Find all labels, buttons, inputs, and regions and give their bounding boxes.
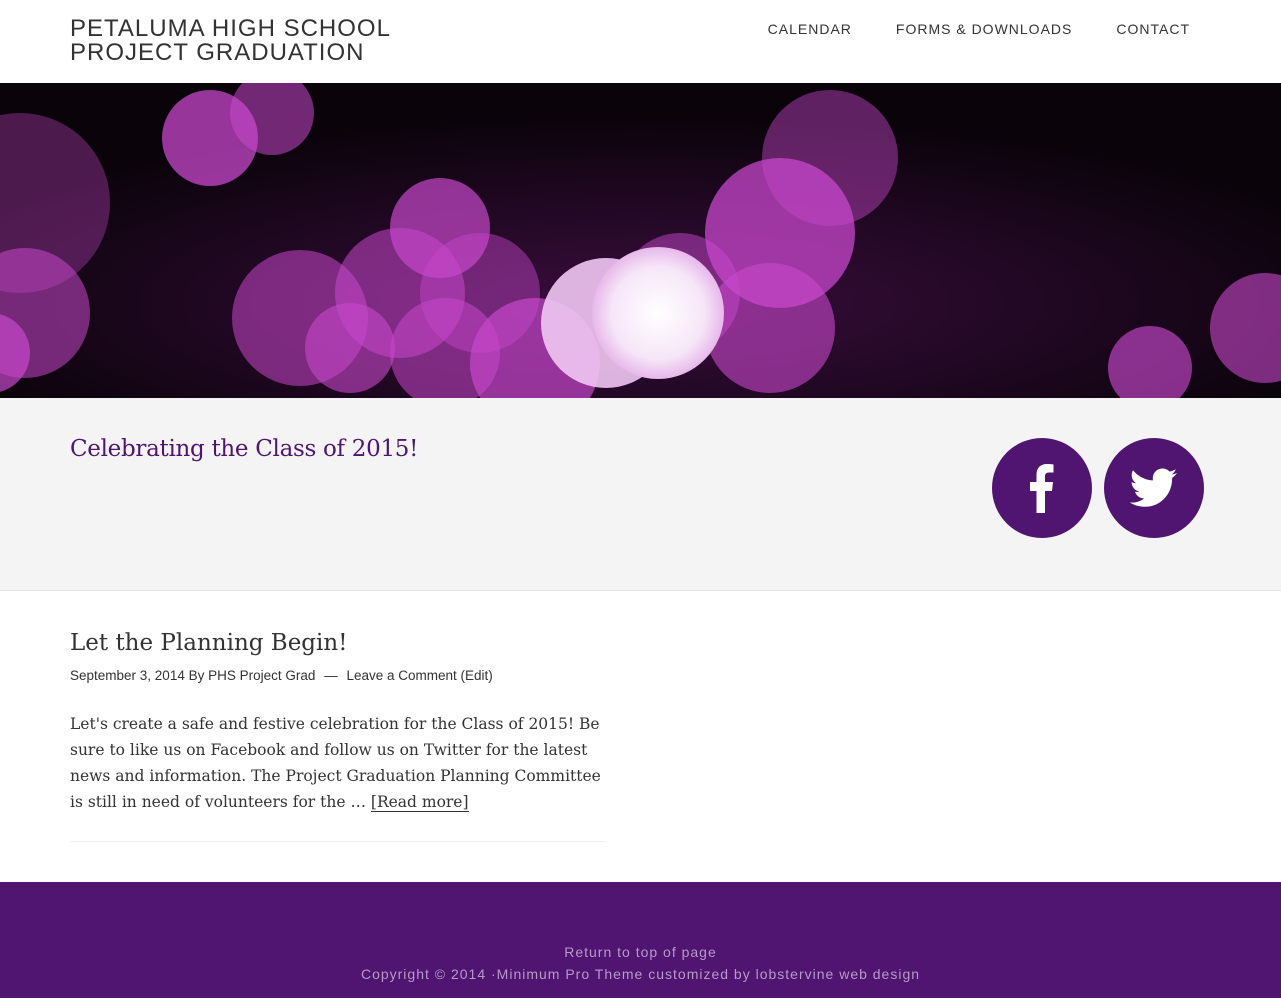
return-to-top-link[interactable]: Return to top of page bbox=[564, 944, 717, 960]
twitter-button[interactable] bbox=[1104, 438, 1204, 538]
twitter-icon bbox=[1130, 468, 1177, 507]
theme-link[interactable]: Minimum Pro Theme bbox=[497, 966, 644, 982]
post-excerpt: Let's create a safe and festive celebrat… bbox=[70, 711, 606, 815]
post-excerpt-text: Let's create a safe and festive celebrat… bbox=[70, 715, 601, 811]
post-by: By bbox=[188, 668, 205, 683]
leave-comment-link[interactable]: Leave a Comment bbox=[346, 668, 456, 683]
nav-forms-downloads[interactable]: FORMS & DOWNLOADS bbox=[852, 20, 1072, 38]
facebook-button[interactable] bbox=[992, 438, 1092, 538]
meta-separator: — bbox=[324, 668, 338, 683]
site-title-link[interactable]: PETALUMA HIGH SCHOOL PROJECT GRADUATION bbox=[70, 17, 391, 65]
nav-calendar[interactable]: CALENDAR bbox=[724, 20, 852, 38]
site-tagline: Celebrating the Class of 2015! bbox=[70, 436, 419, 462]
designer-link[interactable]: lobstervine web design bbox=[756, 966, 920, 982]
blog-post: Let the Planning Begin! September 3, 201… bbox=[70, 628, 606, 815]
footer-back-to-top: Return to top of page bbox=[0, 944, 1281, 960]
post-divider bbox=[70, 841, 606, 842]
nav-contact[interactable]: CONTACT bbox=[1072, 20, 1190, 38]
social-icons bbox=[992, 438, 1204, 538]
footer-copyright: Copyright © 2014 ·Minimum Pro Theme cust… bbox=[0, 966, 1281, 982]
primary-nav: CALENDAR FORMS & DOWNLOADS CONTACT bbox=[724, 20, 1190, 38]
site-header: PETALUMA HIGH SCHOOL PROJECT GRADUATION … bbox=[0, 0, 1281, 83]
edit-link[interactable]: (Edit) bbox=[461, 668, 493, 683]
site-title-line-2[interactable]: PROJECT GRADUATION bbox=[70, 41, 391, 65]
post-date: September 3, 2014 bbox=[70, 668, 185, 683]
read-more-link[interactable]: [Read more] bbox=[370, 793, 469, 812]
site-footer: Return to top of page Copyright © 2014 ·… bbox=[0, 882, 1281, 998]
post-title[interactable]: Let the Planning Begin! bbox=[70, 628, 606, 658]
tagline-band: Celebrating the Class of 2015! bbox=[0, 398, 1281, 591]
hero-banner-image bbox=[0, 83, 1281, 398]
post-meta: September 3, 2014 By PHS Project Grad — … bbox=[70, 668, 606, 683]
customized-by-text: customized by bbox=[643, 966, 756, 982]
copyright-text: Copyright © 2014 · bbox=[360, 966, 497, 982]
post-author-link[interactable]: PHS Project Grad bbox=[208, 668, 315, 683]
site-title-line-1[interactable]: PETALUMA HIGH SCHOOL bbox=[70, 17, 391, 41]
facebook-icon bbox=[1030, 464, 1054, 513]
bokeh-background bbox=[0, 83, 1281, 398]
